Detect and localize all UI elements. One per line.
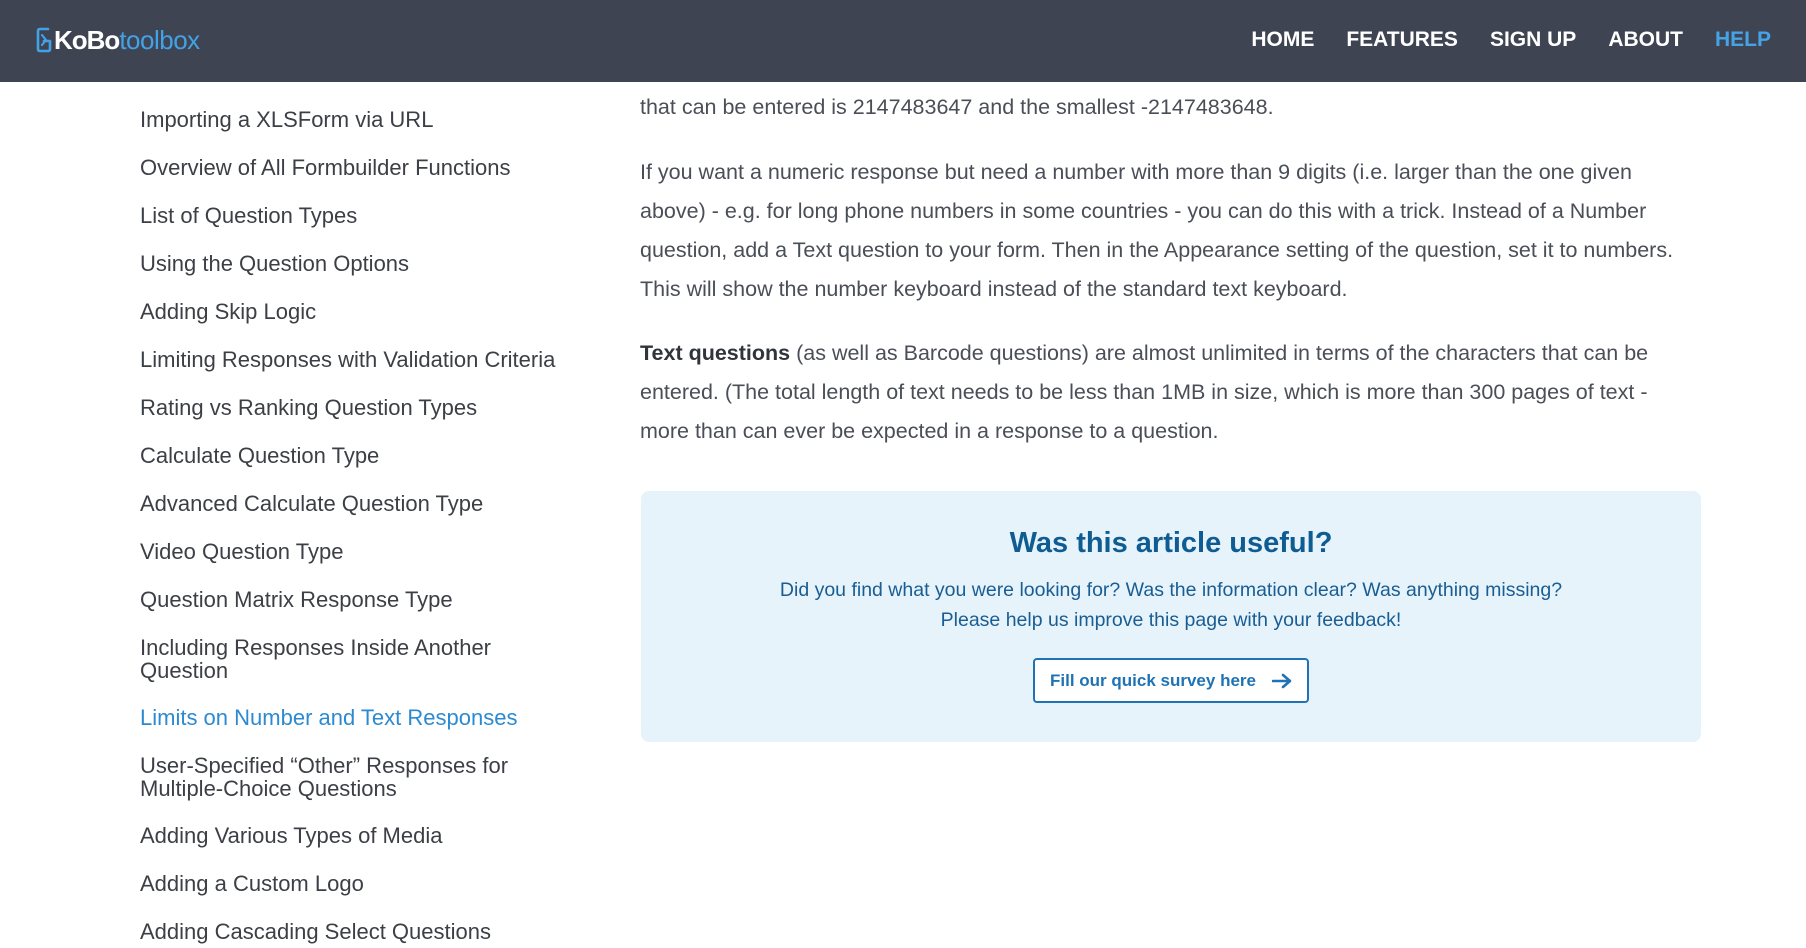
arrow-right-icon <box>1271 673 1292 688</box>
feedback-panel: Was this article useful? Did you find wh… <box>641 491 1701 742</box>
nav-about[interactable]: ABOUT <box>1608 28 1683 52</box>
sidebar-item[interactable]: List of Question Types <box>140 204 580 227</box>
sidebar-item[interactable]: Adding Various Types of Media <box>140 824 580 847</box>
nav-sign-up[interactable]: SIGN UP <box>1490 28 1576 52</box>
sidebar-item-active[interactable]: Limits on Number and Text Responses <box>140 706 580 729</box>
nav-help[interactable]: HELP <box>1715 28 1771 52</box>
sidebar-item[interactable]: Overview of All Formbuilder Functions <box>140 156 580 179</box>
article-paragraph-2: If you want a numeric response but need … <box>640 160 1674 301</box>
logo-text-toolbox: toolbox <box>119 24 200 55</box>
sidebar-item[interactable]: Adding Cascading Select Questions <box>140 920 580 943</box>
site-header: KoBo toolbox HOME FEATURES SIGN UP ABOUT… <box>0 0 1806 82</box>
article-paragraph-3: Text questions (as well as Barcode quest… <box>640 341 1649 443</box>
sidebar-item[interactable]: Adding Skip Logic <box>140 300 580 323</box>
text-questions-bold: Text questions <box>640 341 791 365</box>
sidebar-item[interactable]: Question Matrix Response Type <box>140 588 580 611</box>
sidebar-item[interactable]: Advanced Calculate Question Type <box>140 492 580 515</box>
sidebar-item[interactable]: Calculate Question Type <box>140 444 580 467</box>
sidebar-item[interactable]: Importing a XLSForm via URL <box>140 108 580 131</box>
nav-features[interactable]: FEATURES <box>1346 28 1458 52</box>
article-paragraph-1: that can be entered is 2147483647 and th… <box>640 95 1274 119</box>
kobotoolbox-logo[interactable]: KoBo toolbox <box>36 24 200 56</box>
nav-home[interactable]: HOME <box>1251 28 1314 52</box>
sidebar-item[interactable]: Rating vs Ranking Question Types <box>140 396 580 419</box>
sidebar-item[interactable]: Limiting Responses with Validation Crite… <box>140 348 580 371</box>
sidebar-item[interactable]: Adding a Custom Logo <box>140 872 580 895</box>
sidebar-item[interactable]: Using the Question Options <box>140 252 580 275</box>
survey-button-label: Fill our quick survey here <box>1050 670 1256 690</box>
logo-text-kobo: KoBo <box>54 24 120 55</box>
sidebar-item[interactable]: Video Question Type <box>140 540 580 563</box>
main-nav: HOME FEATURES SIGN UP ABOUT HELP <box>1219 0 1771 80</box>
feedback-title: Was this article useful? <box>1009 527 1333 559</box>
sidebar-item[interactable]: User-Specified “Other” Responses for Mult… <box>140 754 580 800</box>
survey-button[interactable]: Fill our quick survey here <box>1033 658 1309 703</box>
sidebar-item[interactable]: Including Responses Inside Another Questi… <box>140 636 580 682</box>
kobo-logo-icon <box>36 27 52 53</box>
feedback-text: Did you find what you were looking for? … <box>779 579 1563 631</box>
